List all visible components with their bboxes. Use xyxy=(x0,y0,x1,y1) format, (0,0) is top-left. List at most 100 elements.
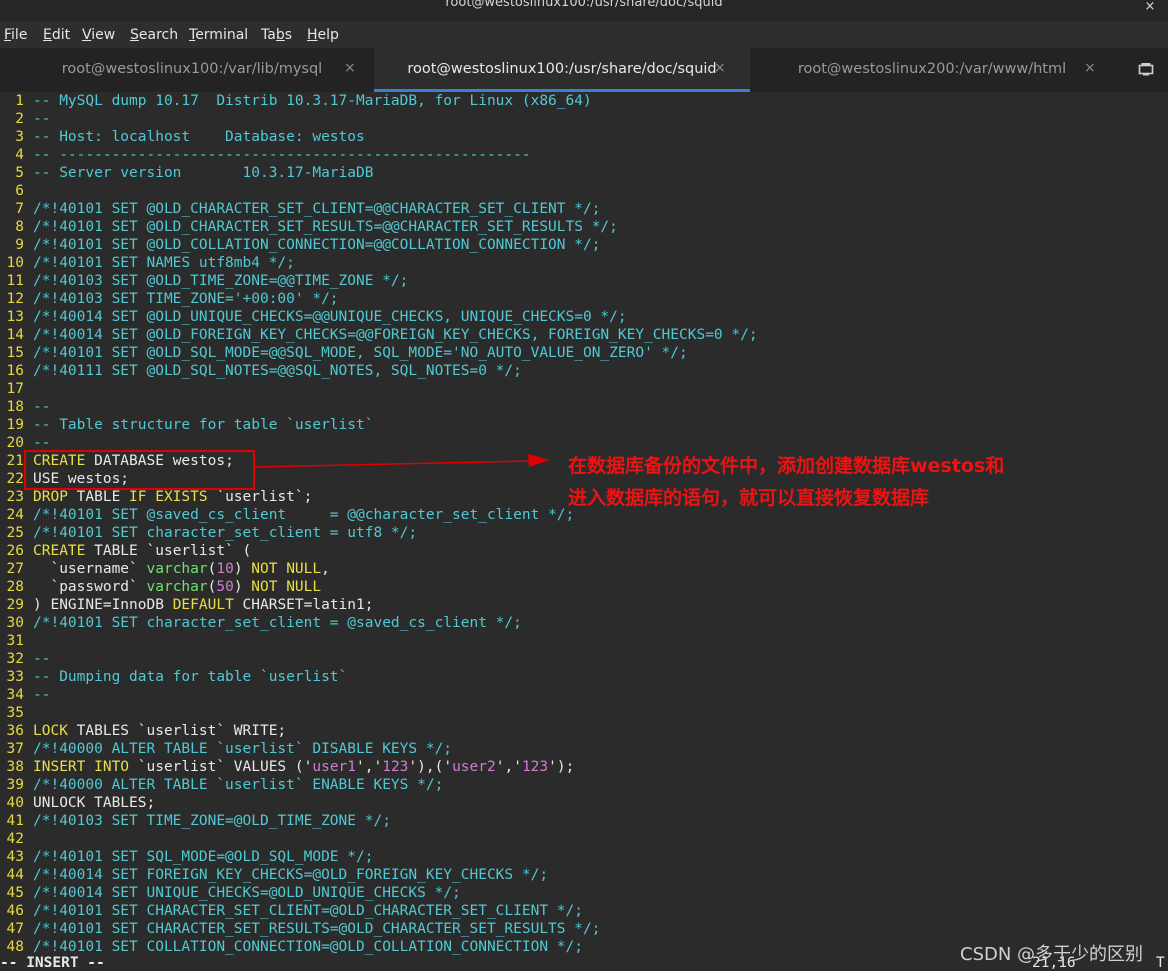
line-number: 36 xyxy=(6,723,24,739)
line-number: 33 xyxy=(6,669,24,685)
line-code: `password` varchar(50) NOT NULL xyxy=(33,579,322,595)
editor-mode: -- INSERT -- xyxy=(0,955,105,971)
code-line: 15 /*!40101 SET @OLD_SQL_MODE=@@SQL_MODE,… xyxy=(0,344,688,362)
code-line: 43 /*!40101 SET SQL_MODE=@OLD_SQL_MODE */… xyxy=(0,848,374,866)
line-code: /*!40103 SET TIME_ZONE=@OLD_TIME_ZONE */… xyxy=(33,813,391,829)
annotation-line-1: 在数据库备份的文件中，添加创建数据库westos和 xyxy=(568,455,1005,477)
code-line: 36 LOCK TABLES `userlist` WRITE; xyxy=(0,722,287,740)
line-code: -- Host: localhost Database: westos xyxy=(33,129,365,145)
line-number: 11 xyxy=(6,273,24,289)
line-code: /*!40101 SET CHARACTER_SET_CLIENT=@OLD_C… xyxy=(33,903,583,919)
code-line: 19 -- Table structure for table `userlist… xyxy=(0,416,374,434)
line-number: 46 xyxy=(6,903,24,919)
line-number: 10 xyxy=(6,255,24,271)
line-code: /*!40101 SET @saved_cs_client = @@charac… xyxy=(33,507,575,523)
menu-tabs[interactable]: Tabs xyxy=(261,27,292,43)
new-tab-icon[interactable] xyxy=(1138,61,1154,76)
annotation-line-2: 进入数据库的语句，就可以直接恢复数据库 xyxy=(568,487,930,509)
line-code: /*!40101 SET SQL_MODE=@OLD_SQL_MODE */; xyxy=(33,849,374,865)
line-number: 47 xyxy=(6,921,24,937)
line-code: /*!40014 SET @OLD_FOREIGN_KEY_CHECKS=@@F… xyxy=(33,327,758,343)
code-line: 35 xyxy=(0,704,24,722)
line-number: 13 xyxy=(6,309,24,325)
line-number: 44 xyxy=(6,867,24,883)
line-code: /*!40103 SET @OLD_TIME_ZONE=@@TIME_ZONE … xyxy=(33,273,409,289)
menu-terminal[interactable]: Terminal xyxy=(189,27,248,43)
line-code: /*!40101 SET @OLD_CHARACTER_SET_CLIENT=@… xyxy=(33,201,601,217)
code-line: 22 USE westos; xyxy=(0,470,130,488)
line-code: UNLOCK TABLES; xyxy=(33,795,156,811)
line-number: 38 xyxy=(6,759,24,775)
line-code: INSERT INTO `userlist` VALUES ('user1','… xyxy=(33,759,575,775)
line-number: 39 xyxy=(6,777,24,793)
code-line: 3 -- Host: localhost Database: westos xyxy=(0,128,364,146)
line-number: 28 xyxy=(6,579,24,595)
line-code: -- xyxy=(33,687,51,703)
code-line: 44 /*!40014 SET FOREIGN_KEY_CHECKS=@OLD_F… xyxy=(0,866,549,884)
tab-close-icon[interactable]: × xyxy=(714,60,726,76)
line-code: /*!40111 SET @OLD_SQL_NOTES=@@SQL_NOTES,… xyxy=(33,363,522,379)
tab-close-icon[interactable]: × xyxy=(344,60,356,76)
line-number: 12 xyxy=(6,291,24,307)
code-line: 20 -- xyxy=(0,434,51,452)
menu-view[interactable]: View xyxy=(82,27,115,43)
line-code: -- Server version 10.3.17-MariaDB xyxy=(33,165,374,181)
code-line: 31 xyxy=(0,632,24,650)
tab-close-icon[interactable]: × xyxy=(1084,60,1096,76)
line-number: 14 xyxy=(6,327,24,343)
code-line: 32 -- xyxy=(0,650,51,668)
line-number: 27 xyxy=(6,561,24,577)
line-number: 34 xyxy=(6,687,24,703)
line-code: /*!40014 SET @OLD_UNIQUE_CHECKS=@@UNIQUE… xyxy=(33,309,627,325)
line-number: 3 xyxy=(15,129,24,145)
code-line: 47 /*!40101 SET CHARACTER_SET_RESULTS=@OL… xyxy=(0,920,601,938)
code-line: 33 -- Dumping data for table `userlist` xyxy=(0,668,348,686)
line-code: LOCK TABLES `userlist` WRITE; xyxy=(33,723,287,739)
line-number: 2 xyxy=(15,111,24,127)
code-line: 16 /*!40111 SET @OLD_SQL_NOTES=@@SQL_NOTE… xyxy=(0,362,522,380)
window-close-button[interactable]: × xyxy=(1142,0,1158,15)
code-line: 18 -- xyxy=(0,398,51,416)
line-code: DROP TABLE IF EXISTS `userlist`; xyxy=(33,489,313,505)
code-line: 1 -- MySQL dump 10.17 Distrib 10.3.17-Mar… xyxy=(0,92,591,110)
annotation-note: 在数据库备份的文件中，添加创建数据库westos和 进入数据库的语句，就可以直接… xyxy=(568,450,1004,514)
line-number: 40 xyxy=(6,795,24,811)
line-number: 7 xyxy=(15,201,24,217)
code-line: 2 -- xyxy=(0,110,50,128)
code-line: 5 -- Server version 10.3.17-MariaDB xyxy=(0,164,373,182)
line-number: 25 xyxy=(6,525,24,541)
line-number: 48 xyxy=(6,939,24,955)
code-line: 28 `password` varchar(50) NOT NULL xyxy=(0,578,322,596)
line-number: 15 xyxy=(6,345,24,361)
code-line: 39 /*!40000 ALTER TABLE `userlist` ENABLE… xyxy=(0,776,444,794)
line-code: -- Dumping data for table `userlist` xyxy=(33,669,348,685)
window-titlebar: root@westoslinux100:/usr/share/doc/squid… xyxy=(0,0,1168,22)
window-title: root@westoslinux100:/usr/share/doc/squid xyxy=(445,0,723,10)
code-line: 13 /*!40014 SET @OLD_UNIQUE_CHECKS=@@UNIQ… xyxy=(0,308,627,326)
menu-file[interactable]: File xyxy=(4,27,27,43)
line-number: 18 xyxy=(6,399,24,415)
code-line: 40 UNLOCK TABLES; xyxy=(0,794,156,812)
line-number: 5 xyxy=(15,165,24,181)
tab-1[interactable]: root@westoslinux100:/var/lib/mysql × xyxy=(4,48,380,92)
tab-3[interactable]: root@westoslinux200:/var/www/html × xyxy=(744,48,1120,92)
line-code: /*!40101 SET @OLD_CHARACTER_SET_RESULTS=… xyxy=(33,219,618,235)
line-number: 26 xyxy=(6,543,24,559)
line-number: 9 xyxy=(15,237,24,253)
terminal-view[interactable]: 1 -- MySQL dump 10.17 Distrib 10.3.17-Mar… xyxy=(0,92,1168,970)
line-code: /*!40101 SET COLLATION_CONNECTION=@OLD_C… xyxy=(33,939,583,955)
code-line: 6 xyxy=(0,182,24,200)
menu-search[interactable]: Search xyxy=(130,27,178,43)
line-number: 41 xyxy=(6,813,24,829)
line-code: /*!40101 SET @OLD_SQL_MODE=@@SQL_MODE, S… xyxy=(33,345,688,361)
line-code: /*!40014 SET FOREIGN_KEY_CHECKS=@OLD_FOR… xyxy=(33,867,549,883)
line-number: 17 xyxy=(6,381,24,397)
menu-edit[interactable]: Edit xyxy=(43,27,70,43)
menu-help[interactable]: Help xyxy=(307,27,339,43)
line-code: -- xyxy=(33,111,51,127)
line-number: 45 xyxy=(6,885,24,901)
code-line: 41 /*!40103 SET TIME_ZONE=@OLD_TIME_ZONE … xyxy=(0,812,391,830)
line-number: 43 xyxy=(6,849,24,865)
line-number: 22 xyxy=(6,471,24,487)
tab-2[interactable]: root@westoslinux100:/usr/share/doc/squid… xyxy=(374,48,750,92)
